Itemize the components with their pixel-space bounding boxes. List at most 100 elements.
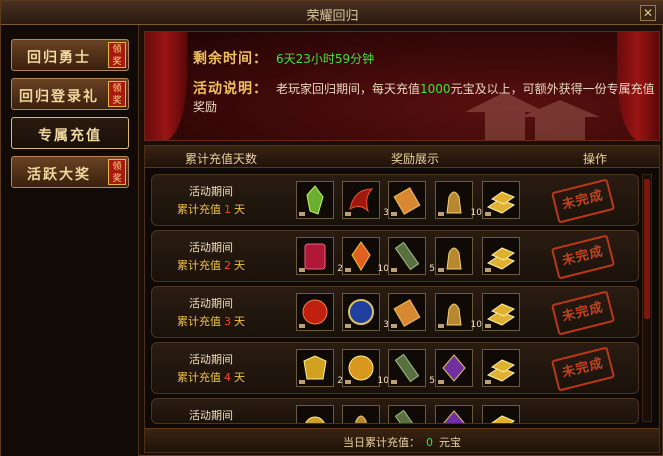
condition-unit: 天 [234, 371, 245, 384]
row-period: 活动期间 [189, 241, 233, 254]
condition-text: 累计充值 [177, 371, 221, 384]
sidebar: 回归勇士 领奖 回归登录礼 领奖 专属充值 活跃大奖 领奖 [1, 25, 139, 456]
condition-unit: 天 [234, 315, 245, 328]
reward-slot[interactable]: 10 [435, 293, 482, 331]
daily-recharge-value: 0 [426, 436, 433, 449]
bound-lock-icon [299, 380, 305, 384]
title-bar[interactable]: 荣耀回归 ✕ [1, 1, 663, 25]
sidebar-item-label: 回归登录礼 [19, 89, 99, 105]
row-period: 活动期间 [189, 409, 233, 422]
row-period: 活动期间 [189, 297, 233, 310]
reward-slot[interactable] [482, 405, 520, 423]
close-button[interactable]: ✕ [640, 5, 656, 21]
reward-table: 累计充值天数 奖励展示 操作 活动期间 累计充值 1 天 3 10 未完成 活动期间 累计充值 2… [144, 145, 660, 453]
reward-slot[interactable]: 2 [296, 237, 343, 275]
gold-bars-icon [491, 415, 516, 423]
table-row: 活动期间 累计充值 4 天 2 10 5 未完成 [151, 342, 639, 394]
reward-slot[interactable]: 5 [388, 237, 435, 275]
bound-lock-icon [345, 380, 351, 384]
reward-slot[interactable] [435, 237, 473, 275]
condition-days: 3 [224, 315, 231, 328]
reward-slot[interactable] [296, 405, 334, 423]
row-condition: 累计充值 3 天 [152, 313, 270, 329]
header-days: 累计充值天数 [185, 152, 258, 166]
remaining-time-value: 6天23小时59分钟 [276, 52, 375, 66]
reward-slot[interactable] [482, 293, 520, 331]
table-row: 活动期间累计充值 1 天 3 10 未完成 [151, 174, 639, 226]
bound-lock-icon [299, 212, 305, 216]
condition-text: 累计充值 [177, 203, 221, 216]
event-banner: 剩余时间： 6天23小时59分钟 活动说明： 老玩家回归期间，每天充值1000元宝及… [144, 31, 660, 141]
row-period: 活动期间 [189, 185, 233, 198]
bound-lock-icon [438, 324, 444, 328]
row-condition: 累计充值 2 天 [152, 257, 270, 273]
window-title: 荣耀回归 [306, 9, 359, 24]
condition-days: 2 [224, 259, 231, 272]
claim-badge: 领奖 [108, 159, 126, 185]
header-action: 操作 [583, 152, 608, 166]
status-stamp: 未完成 [550, 290, 616, 336]
reward-slot[interactable] [435, 405, 473, 423]
status-stamp: 未完成 [550, 178, 616, 224]
reward-slot[interactable] [296, 181, 334, 219]
header-rewards: 奖励展示 [391, 152, 440, 166]
claim-badge: 领奖 [108, 42, 126, 68]
reward-slot[interactable] [296, 293, 334, 331]
item-count: 10 [470, 208, 482, 218]
reward-slot[interactable]: 3 [342, 293, 389, 331]
reward-slot[interactable]: 10 [342, 237, 389, 275]
sidebar-item-label: 回归勇士 [27, 50, 91, 66]
table-row: 活动期间 [151, 398, 639, 424]
reward-slot[interactable]: 10 [435, 181, 482, 219]
bound-lock-icon [485, 268, 491, 272]
bound-lock-icon [391, 324, 397, 328]
reward-slot[interactable] [388, 181, 426, 219]
sidebar-item-label: 专属充值 [38, 128, 102, 144]
reward-slot[interactable] [482, 349, 520, 387]
sidebar-item-activity-prize[interactable]: 活跃大奖 领奖 [11, 156, 129, 188]
bound-lock-icon [345, 212, 351, 216]
condition-unit: 天 [234, 259, 245, 272]
bound-lock-icon [485, 212, 491, 216]
bound-lock-icon [391, 212, 397, 216]
event-description: 活动说明： 老玩家回归期间，每天充值1000元宝及以上，可额外获得一份专属充值奖励 [193, 78, 659, 115]
reward-slot[interactable] [482, 237, 520, 275]
gold-statue-icon [355, 415, 367, 423]
event-description-label: 活动说明： [193, 81, 268, 97]
bound-lock-icon [438, 212, 444, 216]
reward-slot[interactable]: 3 [342, 181, 389, 219]
remaining-time: 剩余时间： 6天23小时59分钟 [193, 48, 374, 68]
reward-slot[interactable]: 10 [342, 349, 389, 387]
row-condition: 累计充值 4 天 [152, 369, 270, 385]
condition-days: 1 [224, 203, 231, 216]
reward-slot[interactable] [342, 405, 380, 423]
status-stamp: 未完成 [550, 346, 616, 392]
purple-gem-icon [443, 410, 465, 423]
green-scroll-icon [394, 409, 420, 423]
daily-recharge-unit: 元宝 [439, 436, 461, 449]
reward-slot[interactable] [482, 181, 520, 219]
table-row: 活动期间 累计充值 3 天 3 10 未完成 [151, 286, 639, 338]
scrollbar-thumb[interactable] [644, 179, 650, 319]
reward-slot[interactable] [388, 293, 426, 331]
bound-lock-icon [345, 268, 351, 272]
condition-text: 累计充值 [177, 315, 221, 328]
condition-text: 累计充值 [177, 259, 221, 272]
sidebar-item-login-gift[interactable]: 回归登录礼 领奖 [11, 78, 129, 110]
bound-lock-icon [438, 268, 444, 272]
reward-slot[interactable]: 5 [388, 349, 435, 387]
table-header: 累计充值天数 奖励展示 操作 [145, 146, 659, 168]
sidebar-item-exclusive-recharge[interactable]: 专属充值 [11, 117, 129, 149]
reward-slot[interactable] [388, 405, 426, 423]
daily-recharge-label: 当日累计充值： [343, 436, 420, 449]
reward-slot[interactable]: 2 [296, 349, 343, 387]
scrollbar[interactable] [642, 174, 652, 422]
condition-days: 4 [224, 371, 231, 384]
description-text-start: 老玩家回归期间，每天充值 [276, 82, 421, 96]
reward-slot[interactable] [435, 349, 473, 387]
sidebar-item-veteran-warrior[interactable]: 回归勇士 领奖 [11, 39, 129, 71]
condition-unit: 天 [234, 203, 245, 216]
row-condition: 累计充值 1 天 [152, 201, 270, 217]
remaining-time-label: 剩余时间： [193, 51, 268, 67]
table-row: 活动期间 累计充值 2 天 2 10 5 未完成 [151, 230, 639, 282]
